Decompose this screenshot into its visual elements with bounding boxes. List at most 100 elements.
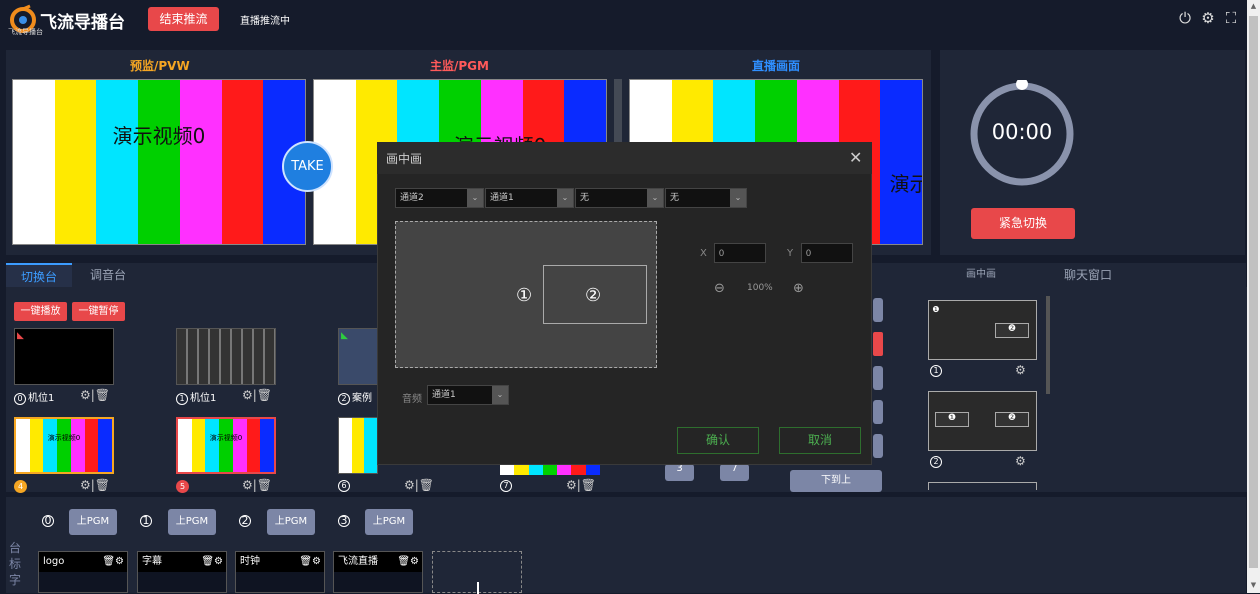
overlay-tools-icon[interactable]: 🗑⚙ [299, 552, 321, 572]
overlay-tools-icon[interactable]: 🗑⚙ [201, 552, 223, 572]
channel-select-4[interactable]: 无 ⌄ [665, 188, 747, 208]
channel-select-3[interactable]: 无 ⌄ [575, 188, 664, 208]
overlay-name: 字幕 [142, 556, 162, 567]
keypad-button[interactable] [873, 366, 883, 390]
overlay-card-caption[interactable]: 字幕 🗑⚙ [137, 551, 227, 593]
play-all-button[interactable]: 一键播放 [14, 302, 67, 321]
scroll-down-icon[interactable]: ▼ [1249, 581, 1258, 591]
power-icon[interactable]: ⏻ [1176, 9, 1194, 27]
overlay-tools-icon[interactable]: 🗑⚙ [397, 552, 419, 572]
upgm-button-1[interactable]: 上PGM [168, 509, 216, 535]
x-input[interactable] [714, 243, 766, 263]
channel-select-2[interactable]: 通道1 ⌄ [485, 188, 574, 208]
upgm-button-2[interactable]: 上PGM [267, 509, 315, 535]
source-thumb-4[interactable]: 演示视频0 [14, 417, 114, 474]
close-icon[interactable]: ✕ [849, 148, 862, 167]
chevron-down-icon: ⌄ [557, 189, 573, 207]
live-title: 直播画面 [752, 59, 801, 73]
pgm-channel-num-0: 0 [42, 515, 54, 527]
source-num-4: 4 [14, 480, 27, 493]
canvas-inner-label: ② [585, 285, 602, 306]
pip-inner-box: ❷ [995, 323, 1029, 338]
end-stream-button[interactable]: 结束推流 [148, 7, 219, 31]
chevron-down-icon: ⌄ [467, 189, 483, 207]
signal-icon: ◣ [341, 331, 348, 341]
canvas-main-label: ① [516, 285, 533, 306]
tab-pip[interactable]: 画中画 [966, 263, 996, 287]
source-thumb-5[interactable]: 演示视频0 [176, 417, 276, 474]
keypad-button-red[interactable] [873, 332, 883, 356]
timer-display: 00:00 [991, 120, 1053, 144]
camera-thumb-1[interactable] [176, 328, 276, 385]
emergency-switch-button[interactable]: 紧急切换 [971, 208, 1075, 239]
keypad-7[interactable]: 7 [720, 464, 749, 481]
pause-all-button[interactable]: 一键暂停 [72, 302, 125, 321]
overlay-card-feiliu[interactable]: 飞流直播 🗑⚙ [333, 551, 423, 593]
stream-status: 直播推流中 [240, 16, 290, 27]
side-label: 台标字 [9, 541, 22, 587]
camera-settings-icon[interactable]: ⚙|🗑 [80, 388, 110, 402]
upgm-button-0[interactable]: 上PGM [69, 509, 117, 535]
brand-subtitle: 飞流导播台 [8, 28, 43, 36]
pip-num: ❶ [932, 305, 940, 314]
tab-chat[interactable]: 聊天窗口 [1064, 263, 1112, 287]
pip-layout-1[interactable]: ❶ ❷ [928, 300, 1037, 360]
zoom-level: 100% [747, 283, 773, 293]
move-down-button[interactable]: 下到上 [790, 470, 882, 492]
pip-layout-3[interactable] [928, 482, 1037, 490]
zoom-in-icon[interactable]: ⊕ [793, 281, 804, 296]
camera-thumb-2[interactable]: ◣ [338, 328, 378, 385]
keypad-button[interactable] [873, 400, 883, 424]
source-label: 演示视频0 [47, 434, 81, 442]
audio-select[interactable]: 通道1 ⌄ [427, 385, 509, 405]
camera-label-0: 0 机位1 [14, 389, 54, 405]
program-title: 主监/PGM [430, 59, 489, 73]
y-label: Y [787, 248, 794, 259]
take-button[interactable]: TAKE [282, 141, 333, 192]
fullscreen-icon[interactable]: ⛶ [1222, 9, 1240, 27]
overlay-tools-icon[interactable]: 🗑⚙ [102, 552, 124, 572]
source-settings-icon[interactable]: ⚙|🗑 [566, 478, 596, 492]
source-thumb-6[interactable] [338, 417, 378, 474]
source-settings-icon[interactable]: ⚙|🗑 [80, 478, 110, 492]
pip-scrollbar[interactable] [1046, 296, 1050, 394]
source-settings-icon[interactable]: ⚙|🗑 [242, 478, 272, 492]
preview-title: 预监/PVW [130, 59, 190, 73]
settings-icon[interactable]: ⚙ [1199, 9, 1217, 27]
overlay-card-clock[interactable]: 时钟 🗑⚙ [235, 551, 325, 593]
pgm-channel-num-3: 3 [338, 515, 350, 527]
pip-settings-icon[interactable]: ⚙ [1015, 454, 1026, 468]
channel-select-1[interactable]: 通道2 ⌄ [395, 188, 484, 208]
preview-screen[interactable]: 演示视频0 [12, 79, 306, 245]
overlay-name: logo [43, 556, 65, 567]
scroll-up-icon[interactable]: ▲ [1249, 2, 1258, 12]
tab-audio[interactable]: 调音台 [90, 263, 126, 287]
overlay-card-logo[interactable]: logo 🗑⚙ [38, 551, 128, 593]
pgm-channel-num-1: 1 [140, 515, 152, 527]
keypad-3[interactable]: 3 [665, 464, 694, 481]
zoom-out-icon[interactable]: ⊖ [714, 281, 725, 296]
pip-inner-box: ❶ [935, 412, 969, 427]
source-num-7: 7 [500, 480, 512, 492]
camera-label-1: 1 机位1 [176, 389, 216, 405]
upgm-button-3[interactable]: 上PGM [365, 509, 413, 535]
keypad-button[interactable] [873, 298, 883, 322]
confirm-button[interactable]: 确认 [677, 427, 759, 454]
pip-layout-2[interactable]: ❶ ❷ [928, 391, 1037, 451]
source-num-5: 5 [176, 480, 189, 493]
y-input[interactable] [801, 243, 853, 263]
scroll-thumb[interactable] [1249, 16, 1258, 568]
source-thumb-7[interactable] [500, 465, 600, 475]
add-overlay-button[interactable] [432, 551, 522, 594]
tab-switcher[interactable]: 切换台 [6, 263, 72, 287]
camera-thumb-0[interactable]: ◣ [14, 328, 114, 385]
source-num-6: 6 [338, 480, 350, 492]
modal-title: 画中画 [386, 152, 423, 166]
modal-header [377, 142, 872, 174]
pip-settings-icon[interactable]: ⚙ [1015, 363, 1026, 377]
cancel-button[interactable]: 取消 [779, 427, 861, 454]
pgm-channel-num-2: 2 [239, 515, 251, 527]
camera-settings-icon[interactable]: ⚙|🗑 [242, 388, 272, 402]
keypad-button[interactable] [873, 434, 883, 458]
source-settings-icon[interactable]: ⚙|🗑 [404, 478, 434, 492]
